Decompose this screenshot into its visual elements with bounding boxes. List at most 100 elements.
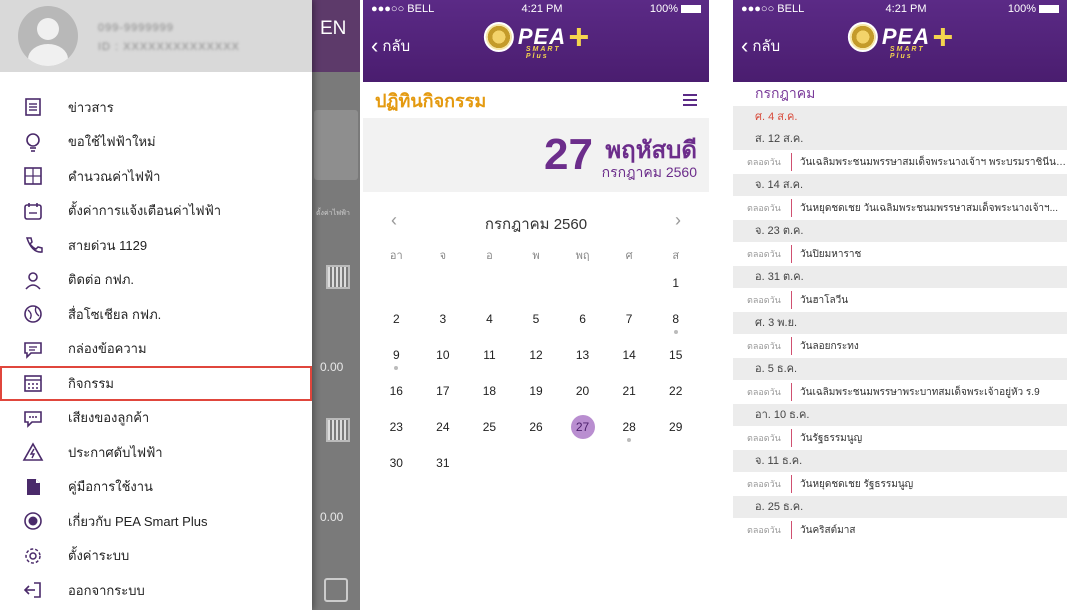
calendar-day[interactable]: 28 xyxy=(606,414,653,450)
drawer-menu-item[interactable]: ข่าวสาร xyxy=(0,90,312,125)
calendar-day[interactable]: 7 xyxy=(606,306,653,342)
calendar-day-number: 2 xyxy=(392,312,400,326)
holiday-event-row[interactable]: ตลอดวัน วันลอยกระทง xyxy=(733,334,1067,358)
logo-subtitle: SMART Plus xyxy=(889,46,925,60)
logo-text: PEA SMART Plus xyxy=(882,24,930,60)
event-divider xyxy=(790,153,792,171)
profile-phone: 099-9999999 xyxy=(98,22,174,34)
drawer-menu-item[interactable]: เสียงของลูกค้า xyxy=(0,401,312,436)
lightbulb-icon xyxy=(22,131,44,153)
calendar-day[interactable]: 20 xyxy=(559,378,606,414)
calendar-day[interactable]: 21 xyxy=(606,378,653,414)
profile-header: 099-9999999 ID : XXXXXXXXXXXXXX xyxy=(0,0,312,72)
calendar-day[interactable]: 1 xyxy=(652,270,699,306)
drawer-menu-item[interactable]: ออกจากระบบ xyxy=(0,573,312,608)
calendar-day[interactable]: 8 xyxy=(652,306,699,342)
calendar-day-number: 11 xyxy=(483,348,496,362)
gear-icon xyxy=(22,545,44,567)
drawer-menu-item[interactable]: คำนวณค่าไฟฟ้า xyxy=(0,159,312,194)
holiday-event-row[interactable]: ตลอดวัน วันฮาโลวีน xyxy=(733,288,1067,312)
back-label: กลับ xyxy=(752,38,781,55)
event-divider xyxy=(791,337,792,355)
holiday-event-row[interactable]: ตลอดวัน วันคริสต์มาส xyxy=(733,518,1067,542)
chevron-left-icon: ‹ xyxy=(741,33,749,58)
calendar-day[interactable]: 29 xyxy=(652,414,699,450)
calendar-day[interactable]: 16 xyxy=(373,378,420,414)
calendar-day[interactable]: 15 xyxy=(652,342,699,378)
drawer-menu-item[interactable]: ตั้งค่าการแจ้งเตือนค่าไฟฟ้า xyxy=(0,194,312,229)
drawer-menu-item[interactable]: คู่มือการใช้งาน xyxy=(0,470,312,505)
drawer-menu-item[interactable]: ขอใช้ไฟฟ้าใหม่ xyxy=(0,125,312,160)
calendar-day-number: 26 xyxy=(529,420,543,434)
event-divider xyxy=(791,383,792,401)
status-bar: ●●●○○ BELL 4:21 PM 100% xyxy=(733,0,1067,18)
calendar-day[interactable]: 25 xyxy=(466,414,513,450)
calendar-day-number: 12 xyxy=(529,348,543,362)
calendar-day[interactable]: 3 xyxy=(420,306,467,342)
drawer-menu-item[interactable]: เกี่ยวกับ PEA Smart Plus xyxy=(0,504,312,539)
next-month-icon[interactable]: › xyxy=(675,210,681,231)
list-view-icon[interactable] xyxy=(683,94,697,106)
holiday-date-header: จ. 14 ส.ค. xyxy=(733,174,1067,196)
avatar[interactable] xyxy=(18,6,78,66)
drawer-menu-label: ตั้งค่าระบบ xyxy=(68,548,130,564)
calendar-day[interactable]: 19 xyxy=(513,378,560,414)
background-screen: EN ตั้งค่าไฟฟ้า 0.00 0.00 xyxy=(312,0,360,610)
pea-logo: PEA SMART Plus xyxy=(847,22,953,60)
all-day-tag: ตลอดวัน xyxy=(747,157,781,167)
calendar-day[interactable]: 13 xyxy=(559,342,606,378)
calendar-day[interactable]: 18 xyxy=(466,378,513,414)
feedback-icon xyxy=(22,407,44,429)
holiday-event-row[interactable]: ตลอดวัน วันปิยมหาราช xyxy=(733,242,1067,266)
drawer-menu-item[interactable]: ติดต่อ กฟภ. xyxy=(0,263,312,298)
calendar-day[interactable]: 5 xyxy=(513,306,560,342)
calendar-day[interactable]: 11 xyxy=(466,342,513,378)
calendar-day[interactable]: 30 xyxy=(373,450,420,486)
calendar-day[interactable]: 9 xyxy=(373,342,420,378)
holiday-event-row[interactable]: ตลอดวัน วันรัฐธรรมนูญ xyxy=(733,426,1067,450)
drawer-menu-label: เกี่ยวกับ PEA Smart Plus xyxy=(68,513,208,529)
drawer-menu-item[interactable]: ตั้งค่าระบบ xyxy=(0,539,312,574)
holiday-date-header: ศ. 3 พ.ย. xyxy=(733,312,1067,334)
drawer-menu-item[interactable]: ประกาศดับไฟฟ้า xyxy=(0,435,312,470)
calendar-day[interactable]: 31 xyxy=(420,450,467,486)
holiday-event-row[interactable]: ตลอดวัน วันเฉลิมพระชนมพรรษาสมเด็จพระนางเจ… xyxy=(733,150,1067,174)
logo-text: PEA SMART Plus xyxy=(518,24,566,60)
calendar-day[interactable]: 2 xyxy=(373,306,420,342)
prev-month-icon[interactable]: ‹ xyxy=(391,210,397,231)
holiday-event-row[interactable]: ตลอดวัน วันหยุดชดเชย วันเฉลิมพระชนมพรรษาส… xyxy=(733,196,1067,220)
logout-icon xyxy=(22,579,44,601)
calendar-day[interactable]: 4 xyxy=(466,306,513,342)
drawer-menu-item[interactable]: สายด่วน 1129 xyxy=(0,228,312,263)
holiday-event-name: วันหยุดชดเชย วันเฉลิมพระชนมพรรษาสมเด็จพร… xyxy=(800,202,1058,214)
phone-icon xyxy=(22,234,44,256)
calendar-day[interactable]: 17 xyxy=(420,378,467,414)
back-button[interactable]: ‹ กลับ xyxy=(371,34,410,58)
holiday-event-row[interactable]: ตลอดวัน วันหยุดชดเชย รัฐธรรมนูญ xyxy=(733,472,1067,496)
language-toggle[interactable]: EN xyxy=(320,18,346,40)
calendar-day[interactable]: 24 xyxy=(420,414,467,450)
holiday-event-row[interactable]: ตลอดวัน วันเฉลิมพระชนมพรรษาพระบาทสมเด็จพร… xyxy=(733,380,1067,404)
calendar-day-number: 19 xyxy=(529,384,543,398)
calendar-day-selected[interactable]: 27 xyxy=(559,414,606,450)
back-button[interactable]: ‹ กลับ xyxy=(741,34,780,58)
calendar-day[interactable]: 26 xyxy=(513,414,560,450)
app-header: ●●●○○ BELL 4:21 PM 100% ‹ กลับ PEA SMART … xyxy=(363,0,709,82)
drawer-menu-item[interactable]: กล่องข้อความ xyxy=(0,332,312,367)
drawer-menu: ข่าวสาร ขอใช้ไฟฟ้าใหม่ คำนวณค่าไฟฟ้า ตั้งค่… xyxy=(0,90,312,608)
drawer-menu-label: สื่อโซเชียล กฟภ. xyxy=(68,306,162,322)
all-day-tag: ตลอดวัน xyxy=(747,249,781,259)
weekday-label: อา xyxy=(389,250,403,262)
calendar-day[interactable]: 23 xyxy=(373,414,420,450)
home-icon[interactable] xyxy=(324,578,348,602)
drawer-menu-item[interactable]: กิจกรรม xyxy=(0,366,312,401)
holiday-event-name: วันปิยมหาราช xyxy=(800,248,862,260)
calendar-day[interactable]: 12 xyxy=(513,342,560,378)
calendar-day-number: 31 xyxy=(436,456,450,470)
calendar-day[interactable]: 22 xyxy=(652,378,699,414)
calendar-day-number: 9 xyxy=(392,348,400,362)
calendar-day[interactable]: 14 xyxy=(606,342,653,378)
drawer-menu-item[interactable]: สื่อโซเชียล กฟภ. xyxy=(0,297,312,332)
calendar-day[interactable]: 6 xyxy=(559,306,606,342)
calendar-day[interactable]: 10 xyxy=(420,342,467,378)
